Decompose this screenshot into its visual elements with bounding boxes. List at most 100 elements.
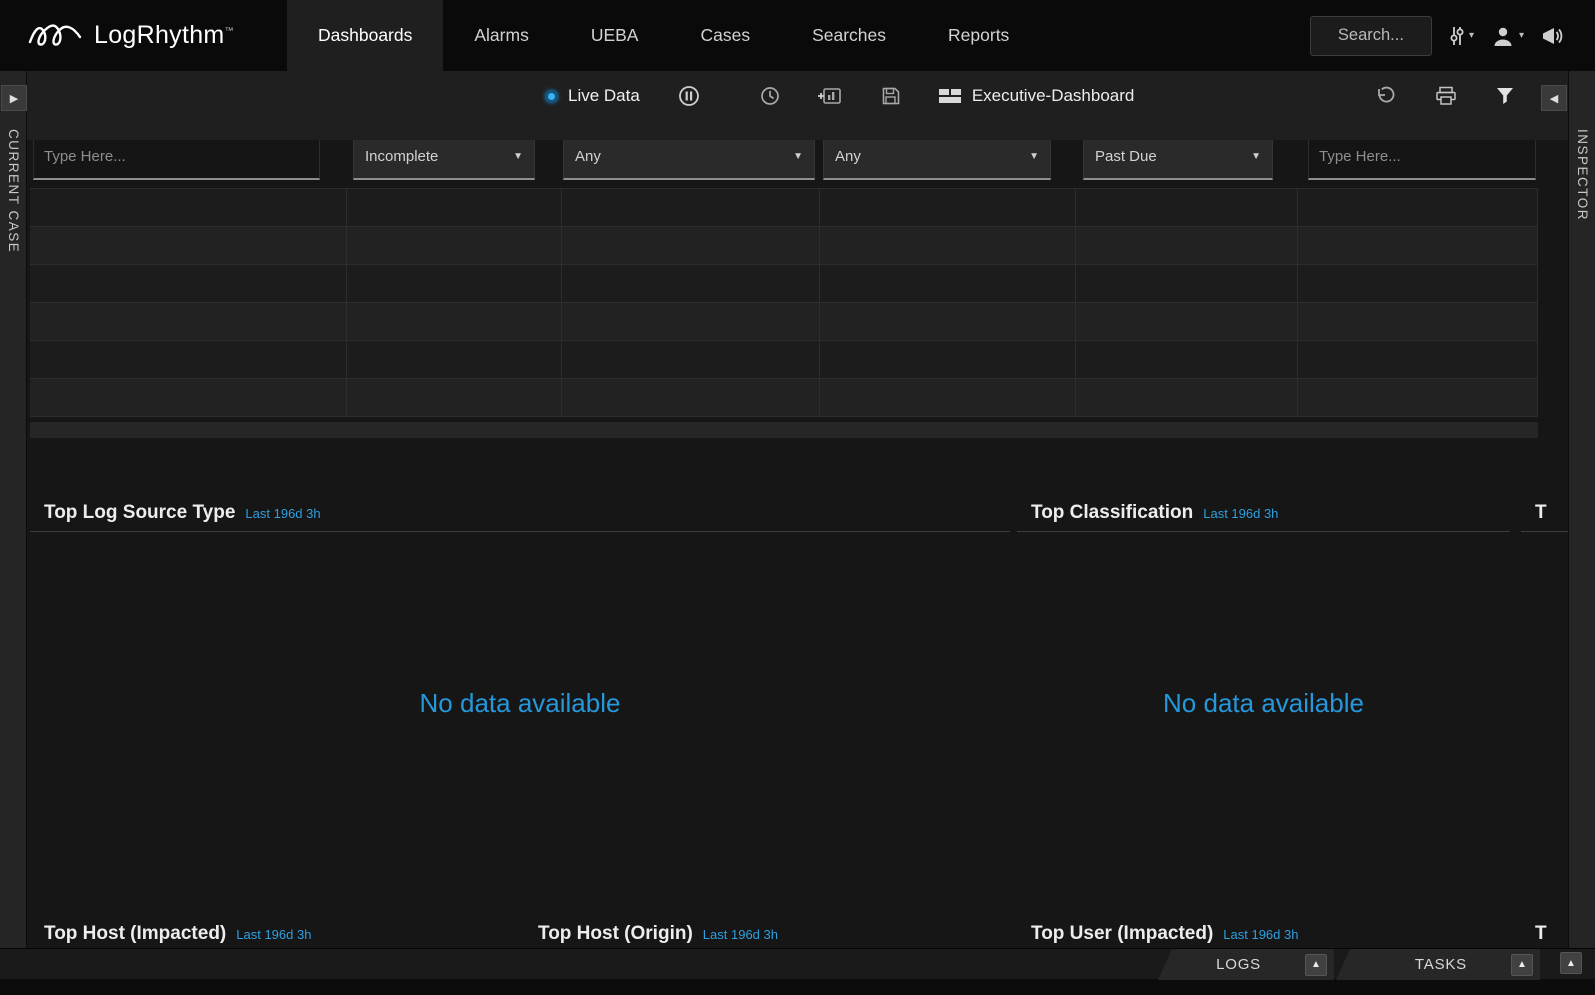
filter-button[interactable] <box>1495 86 1515 106</box>
top-right-controls: Search... ▾ ▾ <box>1310 0 1595 71</box>
inspector-label: INSPECTOR <box>1575 129 1590 221</box>
case-table-cell <box>1076 189 1298 226</box>
case-table-cell <box>1298 265 1538 302</box>
add-widget-button[interactable] <box>818 86 843 106</box>
case-filter-text-input[interactable] <box>33 140 320 180</box>
trademark: ™ <box>225 26 234 36</box>
current-case-panel-tab[interactable]: CURRENT CASE <box>0 71 27 948</box>
dashboard-toolbar: Live Data <box>0 71 1595 140</box>
toolbar-right-group <box>1375 71 1515 121</box>
search-button[interactable]: Search... <box>1310 16 1432 56</box>
main-nav-tabs: Dashboards Alarms UEBA Cases Searches Re… <box>287 0 1040 71</box>
widget-body: No data available <box>1017 532 1510 915</box>
tab-dashboards[interactable]: Dashboards <box>287 0 443 71</box>
widget-header: Top Host (Origin) Last 196d 3h <box>524 915 1007 948</box>
bottom-drawer-bar: LOGS ▲ TASKS ▲ <box>0 948 1595 979</box>
tab-searches[interactable]: Searches <box>781 0 917 71</box>
inspector-panel-tab[interactable]: INSPECTOR <box>1568 71 1595 948</box>
live-data-toggle[interactable]: Live Data <box>545 86 640 106</box>
inspector-expand-button[interactable]: ◀ <box>1541 85 1567 111</box>
layout-grid-icon <box>939 88 961 104</box>
chevron-down-icon: ▾ <box>1519 30 1524 41</box>
printer-icon <box>1435 86 1457 106</box>
dashboard-name: Executive-Dashboard <box>972 86 1135 106</box>
announcements-button[interactable] <box>1541 25 1567 47</box>
widget-top-classification: Top Classification Last 196d 3h No data … <box>1017 494 1510 915</box>
case-table-cell <box>347 341 562 378</box>
live-data-label: Live Data <box>568 86 640 106</box>
widget-title: Top User (Impacted) <box>1031 923 1213 945</box>
widget-time-range: Last 196d 3h <box>236 927 311 942</box>
case-table-cell <box>347 265 562 302</box>
user-menu[interactable]: ▾ <box>1491 25 1524 47</box>
case-table-cell <box>820 265 1076 302</box>
logs-drawer-tab[interactable]: LOGS ▲ <box>1158 949 1334 980</box>
tab-alarms[interactable]: Alarms <box>443 0 559 71</box>
widget-top-log-source-type: Top Log Source Type Last 196d 3h No data… <box>30 494 1010 915</box>
tasks-expand-button[interactable]: ▲ <box>1511 954 1533 976</box>
tab-reports[interactable]: Reports <box>917 0 1040 71</box>
case-table-cell <box>1076 341 1298 378</box>
case-filter-any-1[interactable]: Any ▼ <box>563 140 815 180</box>
case-table-row[interactable] <box>30 227 1538 265</box>
user-icon <box>1491 25 1515 47</box>
case-table-cell <box>562 265 820 302</box>
case-table-cell <box>347 227 562 264</box>
dashboard-selector[interactable]: Executive-Dashboard <box>939 86 1135 106</box>
corner-expand-button[interactable]: ▲ <box>1560 952 1582 974</box>
case-table-row[interactable] <box>30 189 1538 227</box>
tasks-drawer-tab[interactable]: TASKS ▲ <box>1336 949 1540 980</box>
case-filter-text-input-2[interactable] <box>1308 140 1536 180</box>
logs-label: LOGS <box>1216 956 1261 973</box>
case-table-cell <box>30 303 347 340</box>
widget-body <box>1521 532 1568 915</box>
case-table-cell <box>562 227 820 264</box>
logs-expand-button[interactable]: ▲ <box>1305 954 1327 976</box>
case-table-cell <box>820 189 1076 226</box>
case-table-cell <box>30 379 347 416</box>
print-button[interactable] <box>1435 86 1457 106</box>
no-data-message: No data available <box>420 688 621 719</box>
current-case-label: CURRENT CASE <box>6 129 21 253</box>
save-dashboard-button[interactable] <box>881 86 901 106</box>
time-range-button[interactable] <box>760 86 780 106</box>
case-table-row[interactable] <box>30 265 1538 303</box>
widget-header: Top Log Source Type Last 196d 3h <box>30 494 1010 532</box>
widget-title: Top Classification <box>1031 502 1193 524</box>
panel-open-left-icon: ◀ <box>1550 92 1558 105</box>
widget-body: No data available <box>30 532 1010 915</box>
tab-cases[interactable]: Cases <box>669 0 781 71</box>
clock-icon <box>760 86 780 106</box>
select-caret-icon: ▼ <box>1251 151 1261 162</box>
case-filter-any-2[interactable]: Any ▼ <box>823 140 1051 180</box>
top-navigation: LogRhythm™ Dashboards Alarms UEBA Cases … <box>0 0 1595 71</box>
widget-top-host-origin: Top Host (Origin) Last 196d 3h <box>524 915 1007 948</box>
pause-button[interactable] <box>678 85 700 107</box>
current-case-expand-button[interactable]: ▶ <box>1 85 27 111</box>
no-data-message: No data available <box>1163 688 1364 719</box>
case-table-row[interactable] <box>30 379 1538 417</box>
case-table-row[interactable] <box>30 303 1538 341</box>
arrow-up-icon: ▲ <box>1311 959 1321 970</box>
panel-open-right-icon: ▶ <box>10 92 18 105</box>
case-table-cell <box>1298 341 1538 378</box>
preferences-menu[interactable]: ▾ <box>1449 25 1474 47</box>
case-table-row[interactable] <box>30 341 1538 379</box>
case-status-filter[interactable]: Incomplete ▼ <box>353 140 535 180</box>
case-table-cell <box>347 379 562 416</box>
save-icon <box>881 86 901 106</box>
add-widget-icon <box>818 86 843 106</box>
case-due-filter[interactable]: Past Due ▼ <box>1083 140 1273 180</box>
widget-time-range: Last 196d 3h <box>245 506 320 521</box>
status-filter-value: Incomplete <box>365 148 438 165</box>
widget-truncated-bottom-right: T <box>1521 915 1568 948</box>
widget-title: T <box>1535 923 1547 945</box>
horizontal-scrollbar[interactable] <box>30 422 1538 438</box>
tab-ueba[interactable]: UEBA <box>560 0 670 71</box>
widget-title: Top Log Source Type <box>44 502 235 524</box>
toolbar-center-group: Live Data <box>545 71 1134 121</box>
live-data-radio-icon <box>545 90 558 103</box>
reset-button[interactable] <box>1375 86 1397 106</box>
widget-header: T <box>1521 494 1568 532</box>
select-caret-icon: ▼ <box>1029 151 1039 162</box>
